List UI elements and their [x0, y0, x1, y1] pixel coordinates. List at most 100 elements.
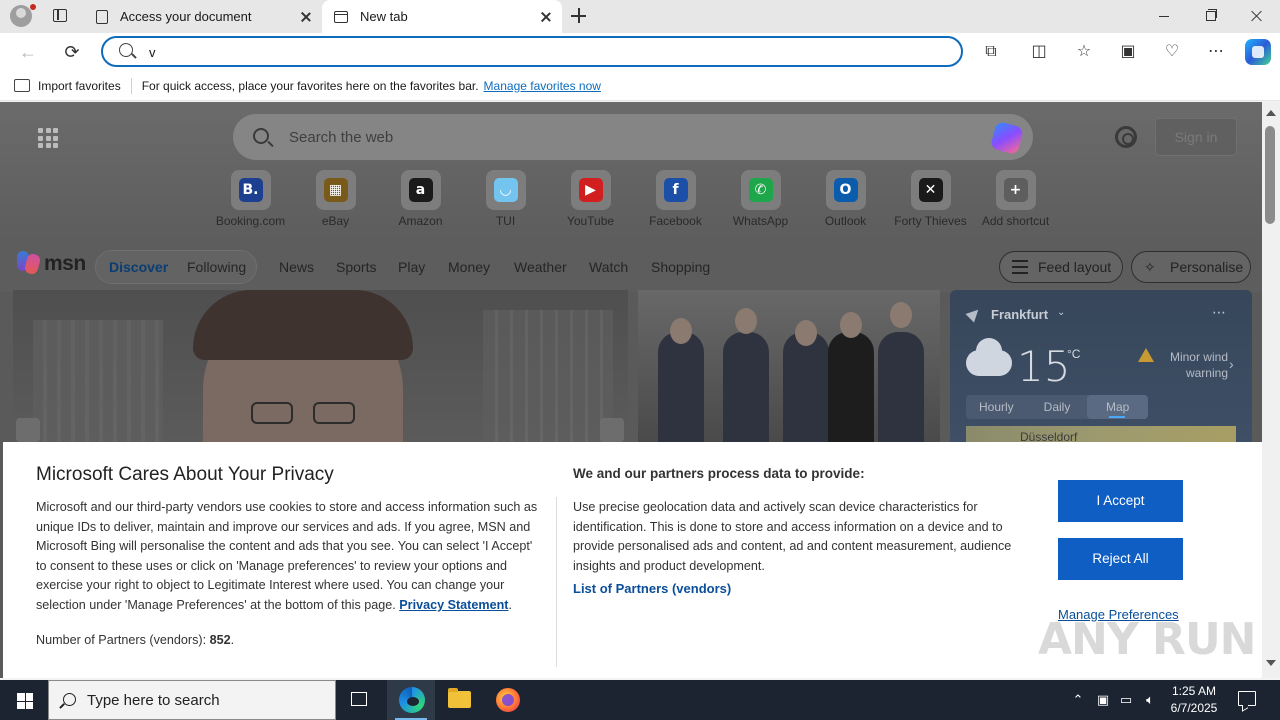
personalise-button[interactable]: ✧ Personalise — [1131, 251, 1251, 283]
nav-watch[interactable]: Watch — [589, 259, 628, 275]
shortcut-tile[interactable]: f Facebook — [633, 170, 718, 228]
msn-butterfly-icon — [17, 251, 41, 275]
weather-map[interactable]: Düsseldorf — [966, 426, 1236, 442]
address-bar[interactable] — [101, 36, 963, 67]
favorites-icon[interactable]: ☆ — [1072, 40, 1096, 64]
tab-access-your-document[interactable]: Access your document — [84, 0, 322, 33]
partners-label: Number of Partners (vendors): — [36, 633, 207, 647]
notifications-icon[interactable] — [1238, 691, 1256, 706]
minimize-button[interactable] — [1141, 0, 1187, 32]
nav-shopping[interactable]: Shopping — [651, 259, 710, 275]
weather-card[interactable]: Frankfurt ⌄ ⋯ 15 °C Minor wind warning ›… — [950, 290, 1252, 442]
tab-actions-button[interactable] — [50, 7, 70, 25]
shortcut-icon-tile: ✕ — [910, 170, 951, 210]
privacy-statement-link[interactable]: Privacy Statement — [399, 598, 508, 612]
tab-title: New tab — [360, 9, 408, 24]
shortcut-tile[interactable]: O Outlook — [803, 170, 888, 228]
start-button[interactable] — [0, 680, 48, 720]
scroll-down-arrow-icon[interactable] — [1266, 660, 1276, 666]
shortcut-tile[interactable]: + Add shortcut — [973, 170, 1058, 228]
scroll-thumb[interactable] — [1265, 126, 1275, 224]
shortcut-tile[interactable]: ▶ YouTube — [548, 170, 633, 228]
new-tab-button[interactable] — [570, 7, 588, 25]
more-icon[interactable]: ⋯ — [1204, 40, 1228, 64]
shortcut-tile[interactable]: ▦ eBay — [293, 170, 378, 228]
page-scrollbar[interactable] — [1262, 102, 1280, 678]
app-launcher-icon[interactable] — [38, 128, 58, 148]
carousel-previous-button[interactable] — [16, 418, 40, 442]
browser-essentials-icon[interactable]: ♡ — [1160, 40, 1184, 64]
firefox-taskbar-button[interactable] — [484, 680, 532, 720]
web-search-placeholder: Search the web — [289, 129, 394, 146]
shortcut-icon: B. — [238, 178, 263, 202]
back-button[interactable]: ← — [15, 39, 41, 65]
weather-location[interactable]: Frankfurt — [991, 307, 1048, 322]
restore-button[interactable] — [1187, 0, 1233, 32]
shortcut-icon-tile: B. — [230, 170, 271, 210]
copilot-icon[interactable] — [989, 120, 1025, 156]
carousel-next-button[interactable] — [600, 418, 624, 442]
weather-tab-daily[interactable]: Daily — [1027, 395, 1088, 419]
web-search-box[interactable]: Search the web — [233, 114, 1033, 160]
refresh-button[interactable]: ⟳ — [59, 39, 85, 65]
sign-in-button[interactable]: Sign in — [1155, 118, 1237, 156]
tab-new-tab[interactable]: New tab — [322, 0, 562, 33]
chevron-right-icon[interactable]: › — [1229, 356, 1234, 372]
shortcut-icon: a — [408, 178, 433, 202]
shortcut-tile[interactable]: ✆ WhatsApp — [718, 170, 803, 228]
address-input[interactable] — [149, 42, 929, 62]
collections-icon[interactable]: ▣ — [1116, 40, 1140, 64]
nav-news[interactable]: News — [279, 259, 314, 275]
import-favorites-button[interactable]: Import favorites — [38, 79, 121, 93]
clock-date: 6/7/2025 — [1170, 701, 1218, 715]
accept-button[interactable]: I Accept — [1058, 480, 1183, 522]
network-icon[interactable]: ▭ — [1117, 690, 1135, 710]
lab-equipment — [33, 320, 163, 442]
close-icon[interactable] — [298, 9, 314, 25]
manage-favorites-link[interactable]: Manage favorites now — [484, 79, 601, 93]
more-icon[interactable]: ⋯ — [1212, 304, 1227, 321]
window-close-button[interactable] — [1233, 0, 1279, 32]
divider — [556, 497, 557, 667]
weather-tab-map[interactable]: Map — [1087, 395, 1149, 419]
shortcut-tile[interactable]: B. Booking.com — [208, 170, 293, 228]
device-icon[interactable]: ▣ — [1094, 690, 1112, 710]
hero-news-image[interactable] — [13, 290, 628, 442]
shortcut-tile[interactable]: ✕ Forty Thieves — [888, 170, 973, 228]
list-of-partners-link[interactable]: List of Partners (vendors) — [573, 581, 731, 596]
person — [878, 332, 924, 442]
profile-icon[interactable] — [10, 5, 32, 27]
nav-money[interactable]: Money — [448, 259, 490, 275]
close-icon[interactable] — [538, 9, 554, 25]
weather-tab-hourly[interactable]: Hourly — [966, 395, 1027, 419]
edge-taskbar-button[interactable] — [387, 680, 435, 720]
shortcut-tile[interactable]: a Amazon — [378, 170, 463, 228]
tab-strip: Access your document New tab — [0, 0, 1280, 33]
scroll-up-arrow-icon[interactable] — [1266, 110, 1276, 116]
show-hidden-icons-chevron-icon[interactable]: ⌃ — [1069, 690, 1087, 710]
reject-all-button[interactable]: Reject All — [1058, 538, 1183, 580]
msn-logo[interactable]: msn — [17, 251, 87, 279]
weather-warning[interactable]: Minor wind warning — [1150, 349, 1228, 381]
extensions-icon[interactable]: ⧉ — [979, 40, 1003, 64]
nav-play[interactable]: Play — [398, 259, 425, 275]
chevron-down-icon[interactable]: ⌄ — [1057, 307, 1065, 318]
import-icon[interactable] — [14, 79, 30, 92]
tab-discover[interactable]: Discover — [109, 259, 168, 275]
tab-following[interactable]: Following — [187, 259, 246, 275]
windows-logo-icon — [25, 701, 33, 709]
volume-icon[interactable]: 🔈︎ — [1141, 690, 1159, 710]
split-screen-icon[interactable]: ◫ — [1027, 40, 1051, 64]
taskbar-search-box[interactable]: Type here to search — [48, 680, 336, 720]
personalise-label: Personalise — [1170, 259, 1244, 275]
taskbar-clock[interactable]: 1:25 AM 6/7/2025 — [1162, 683, 1226, 717]
nav-sports[interactable]: Sports — [336, 259, 376, 275]
file-explorer-taskbar-button[interactable] — [435, 680, 483, 720]
task-view-button[interactable] — [336, 680, 384, 720]
nav-weather[interactable]: Weather — [514, 259, 567, 275]
news-image-group[interactable] — [638, 290, 940, 442]
settings-gear-icon[interactable] — [1115, 126, 1137, 148]
shortcut-tile[interactable]: ◡ TUI — [463, 170, 548, 228]
feed-layout-button[interactable]: Feed layout — [999, 251, 1123, 283]
copilot-icon[interactable] — [1245, 39, 1271, 65]
